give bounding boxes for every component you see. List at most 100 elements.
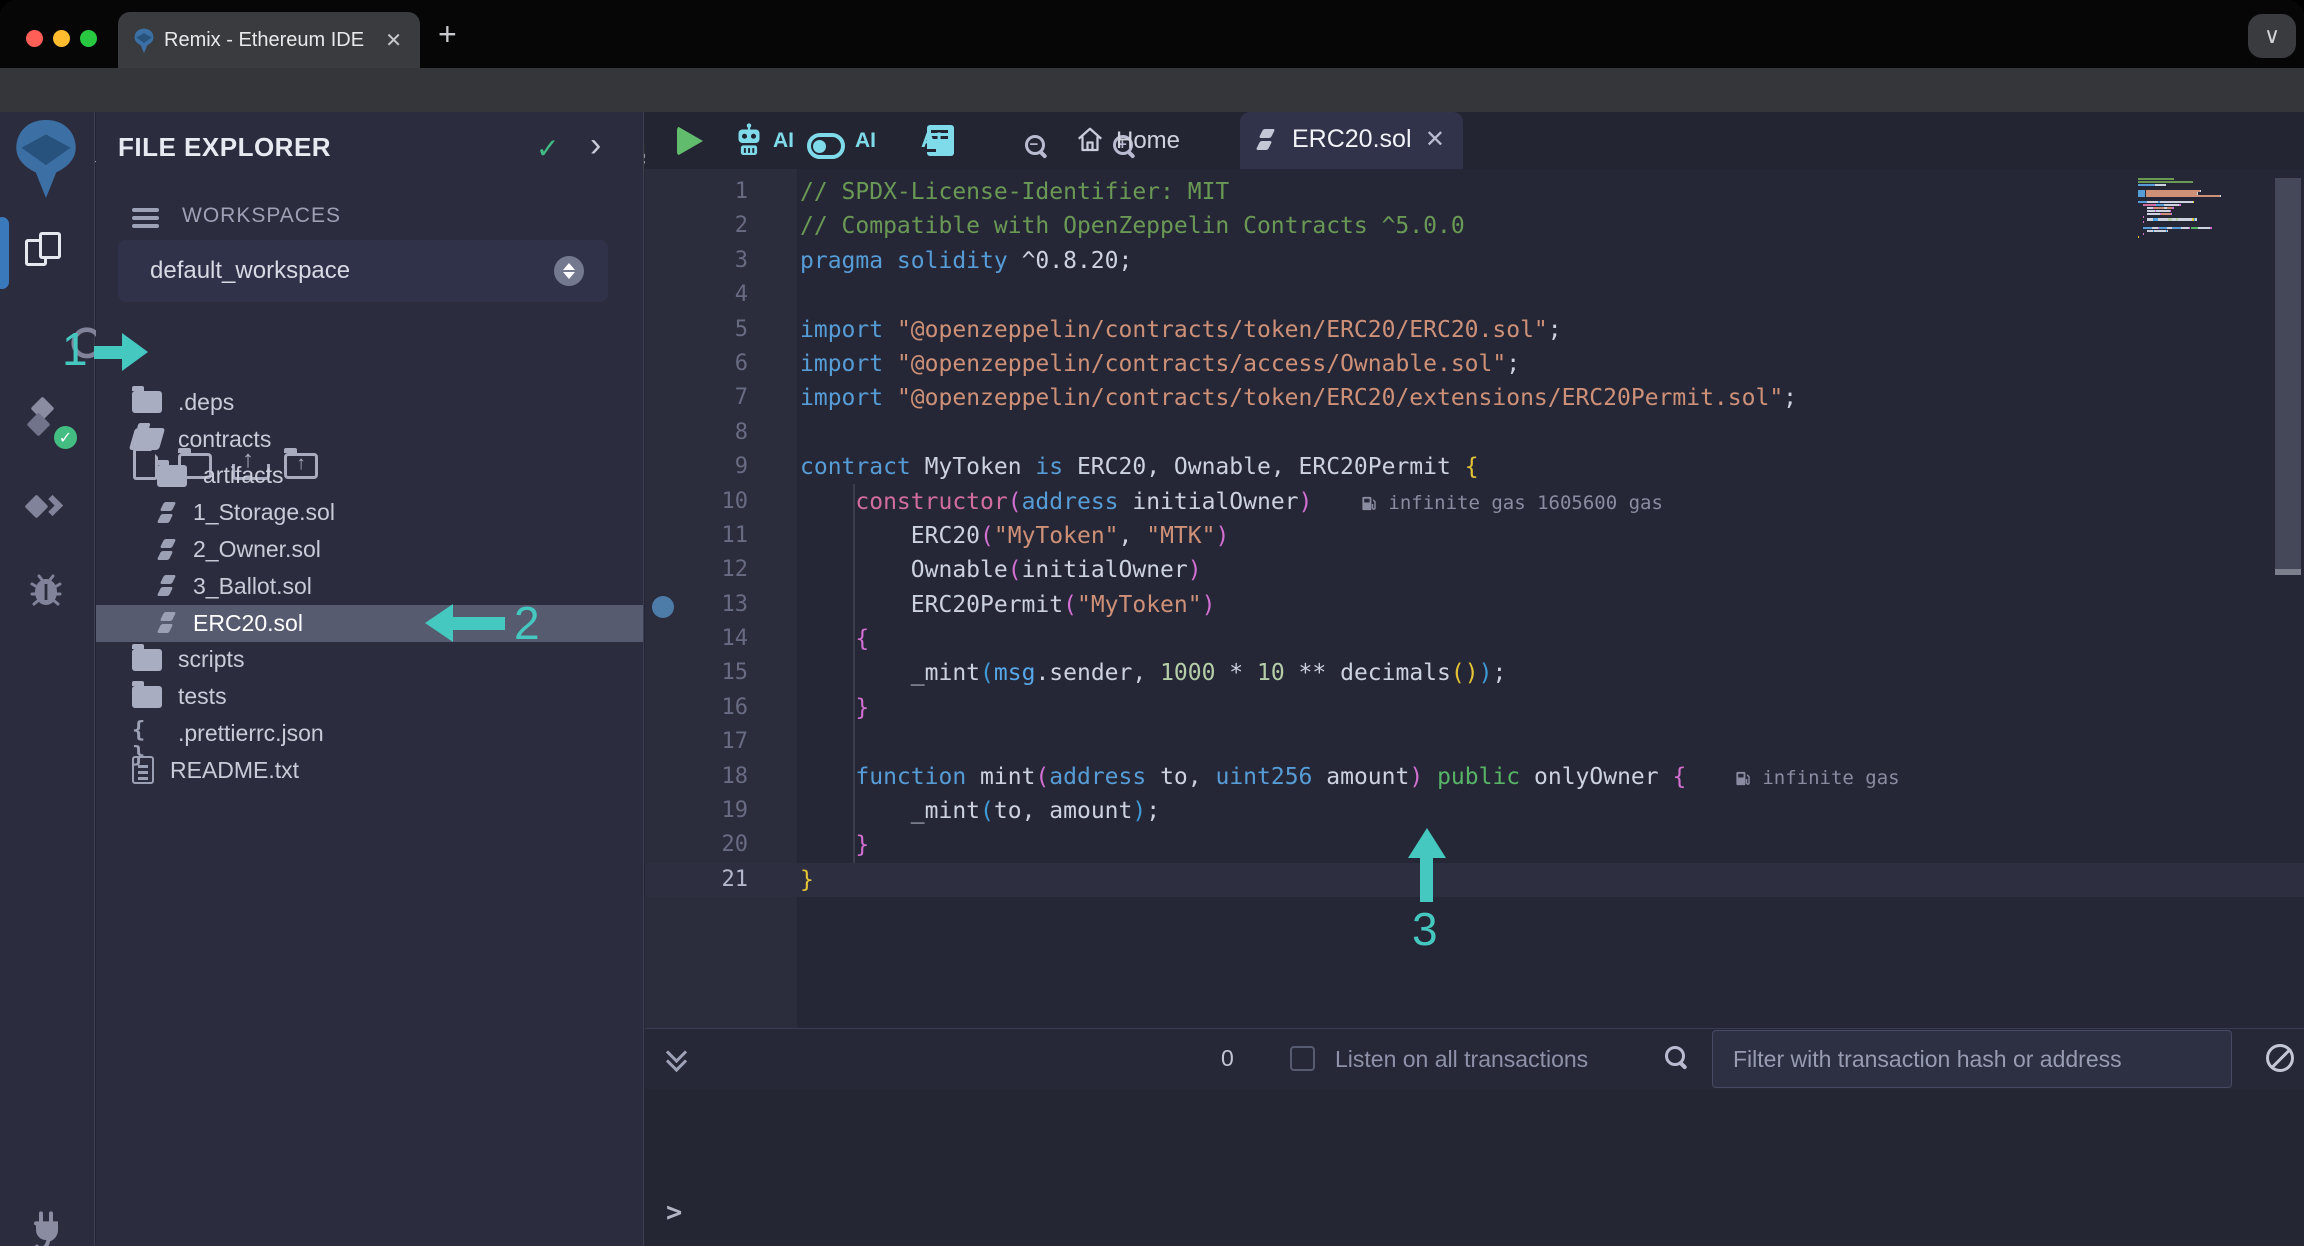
code-line[interactable]: 2 // Compatible with OpenZeppelin Contrac… bbox=[645, 209, 2304, 243]
browser-tab[interactable]: Remix - Ethereum IDE ✕ bbox=[118, 12, 420, 68]
folder-closed-icon bbox=[132, 643, 162, 671]
file-tree-item[interactable]: 2_Owner.sol bbox=[96, 531, 643, 568]
editor-tab-erc20[interactable]: ERC20.sol ✕ bbox=[1240, 112, 1463, 169]
workspace-menu-icon[interactable] bbox=[132, 208, 159, 212]
code-line[interactable]: 5 import "@openzeppelin/contracts/token/E… bbox=[645, 313, 2304, 347]
folder-closed-icon bbox=[132, 386, 162, 414]
code-line[interactable]: 12 Ownable(initialOwner) bbox=[645, 553, 2304, 587]
code-line[interactable]: 18 function mint(address to, uint256 amo… bbox=[645, 760, 2304, 794]
activity-bar: ✓ ⚙ bbox=[0, 112, 103, 1246]
annotation-3-label: 3 bbox=[1412, 903, 1438, 955]
code-line[interactable]: 3 pragma solidity ^0.8.20; bbox=[645, 244, 2304, 278]
editor-scrollbar[interactable] bbox=[2275, 178, 2301, 575]
maximize-window-button[interactable] bbox=[80, 30, 97, 47]
home-icon[interactable] bbox=[1075, 125, 1105, 155]
workspaces-label: WORKSPACES bbox=[182, 204, 341, 227]
line-number: 4 bbox=[734, 282, 748, 308]
editor-tab-label: ERC20.sol bbox=[1292, 125, 1412, 153]
code-line[interactable]: 14 { bbox=[645, 622, 2304, 656]
file-tree-item[interactable]: ERC20.sol bbox=[96, 604, 643, 642]
panel-expand-chevron-icon[interactable]: › bbox=[590, 126, 601, 165]
line-number: 2 bbox=[734, 213, 748, 239]
zoom-out-icon[interactable]: − bbox=[1024, 135, 1049, 159]
breakpoint-dot[interactable] bbox=[652, 596, 674, 618]
debugger-icon[interactable] bbox=[24, 570, 68, 610]
code-text: constructor(address initialOwner) infinit… bbox=[855, 488, 1663, 515]
file-tree-item[interactable]: README.txt bbox=[96, 752, 643, 789]
clear-console-icon[interactable] bbox=[2266, 1044, 2294, 1072]
terminal-prompt[interactable]: > bbox=[666, 1197, 682, 1228]
file-tree-item[interactable]: artifacts bbox=[96, 458, 643, 495]
terminal-panel: 0 Listen on all transactions > bbox=[645, 1028, 2304, 1246]
workspace-selected-value: default_workspace bbox=[150, 257, 351, 284]
transaction-filter-input[interactable] bbox=[1712, 1030, 2232, 1088]
file-tree-label: scripts bbox=[178, 646, 245, 673]
ai-toggle-icon[interactable] bbox=[807, 133, 845, 159]
file-tree-item[interactable]: scripts bbox=[96, 642, 643, 679]
solidity-icon bbox=[157, 609, 177, 637]
file-tree-item[interactable]: 3_Ballot.sol bbox=[96, 568, 643, 605]
line-number: 12 bbox=[721, 557, 749, 583]
terminal-collapse-icon[interactable] bbox=[664, 1045, 688, 1069]
file-tree-label: 1_Storage.sol bbox=[193, 499, 335, 526]
code-line[interactable]: 10 constructor(address initialOwner) infi… bbox=[645, 485, 2304, 519]
file-tree-item[interactable]: contracts bbox=[96, 421, 643, 458]
code-line[interactable]: 17 bbox=[645, 725, 2304, 759]
code-line[interactable]: 6 import "@openzeppelin/contracts/access/… bbox=[645, 347, 2304, 381]
panel-check-icon[interactable]: ✓ bbox=[536, 132, 559, 165]
code-text: // SPDX-License-Identifier: MIT bbox=[800, 179, 1230, 205]
file-tree-item[interactable]: tests bbox=[96, 678, 643, 715]
terminal-search-icon[interactable] bbox=[1665, 1046, 1689, 1070]
minimize-window-button[interactable] bbox=[53, 30, 70, 47]
new-tab-button[interactable]: + bbox=[438, 18, 457, 50]
minimap[interactable] bbox=[2138, 178, 2238, 239]
editor-tab-close-icon[interactable]: ✕ bbox=[1425, 125, 1445, 154]
file-tree-label: 2_Owner.sol bbox=[193, 536, 321, 563]
run-script-button[interactable] bbox=[677, 126, 703, 156]
code-line[interactable]: 9 contract MyToken is ERC20, Ownable, ERC… bbox=[645, 450, 2304, 484]
indent-guide bbox=[853, 484, 855, 863]
home-tab-label[interactable]: Home bbox=[1116, 127, 1180, 155]
code-line[interactable]: 1 // SPDX-License-Identifier: MIT bbox=[645, 175, 2304, 209]
code-text: // Compatible with OpenZeppelin Contract… bbox=[800, 213, 1465, 240]
code-line[interactable]: 15 _mint(msg.sender, 1000 * 10 ** decima… bbox=[645, 656, 2304, 690]
code-text: } bbox=[855, 832, 870, 859]
code-line[interactable]: 13 ERC20Permit("MyToken") bbox=[645, 588, 2304, 622]
file-tree-item[interactable]: .deps bbox=[96, 384, 643, 421]
tab-search-button[interactable]: ∨ bbox=[2248, 14, 2296, 58]
tab-close-icon[interactable]: ✕ bbox=[385, 28, 402, 53]
line-number: 1 bbox=[734, 179, 748, 204]
braces-icon bbox=[132, 718, 162, 768]
transaction-count-badge: 0 bbox=[1221, 1045, 1234, 1071]
code-line[interactable]: 11 ERC20("MyToken", "MTK") bbox=[645, 519, 2304, 553]
code-editor[interactable]: 1 // SPDX-License-Identifier: MIT 2 // Comp… bbox=[645, 169, 2304, 1028]
line-number: 18 bbox=[721, 763, 749, 789]
code-text: _mint(msg.sender, 1000 * 10 ** decimals(… bbox=[910, 660, 1507, 687]
code-line[interactable]: 4 bbox=[645, 278, 2304, 312]
code-line[interactable]: 8 bbox=[645, 416, 2304, 450]
line-number: 15 bbox=[721, 660, 749, 686]
file-tree-label: artifacts bbox=[203, 462, 284, 489]
solidity-icon bbox=[157, 572, 177, 600]
file-explorer-icon[interactable] bbox=[25, 232, 69, 268]
listen-all-transactions-label[interactable]: Listen on all transactions bbox=[1335, 1046, 1588, 1073]
folder-closed-icon bbox=[157, 459, 187, 487]
listen-all-transactions-checkbox[interactable] bbox=[1290, 1046, 1315, 1071]
file-tree-item[interactable]: .prettierrc.json bbox=[96, 715, 643, 768]
ai-robot-icon[interactable] bbox=[731, 122, 767, 158]
remix-logo[interactable] bbox=[13, 118, 79, 200]
code-line[interactable]: 7 import "@openzeppelin/contracts/token/E… bbox=[645, 381, 2304, 415]
code-line[interactable]: 20 } bbox=[645, 828, 2304, 862]
code-line[interactable]: 19 _mint(to, amount); bbox=[645, 794, 2304, 828]
workspace-select[interactable]: default_workspace bbox=[118, 240, 608, 302]
file-tree-item[interactable]: 1_Storage.sol bbox=[96, 494, 643, 531]
code-text: } bbox=[800, 866, 814, 893]
folder-open-icon bbox=[128, 428, 166, 451]
workspace-sort-icon[interactable] bbox=[554, 256, 584, 286]
close-window-button[interactable] bbox=[26, 30, 43, 47]
code-line[interactable]: 21} bbox=[645, 862, 2304, 898]
code-line[interactable]: 16 } bbox=[645, 691, 2304, 725]
plugin-manager-icon[interactable] bbox=[26, 1210, 66, 1246]
